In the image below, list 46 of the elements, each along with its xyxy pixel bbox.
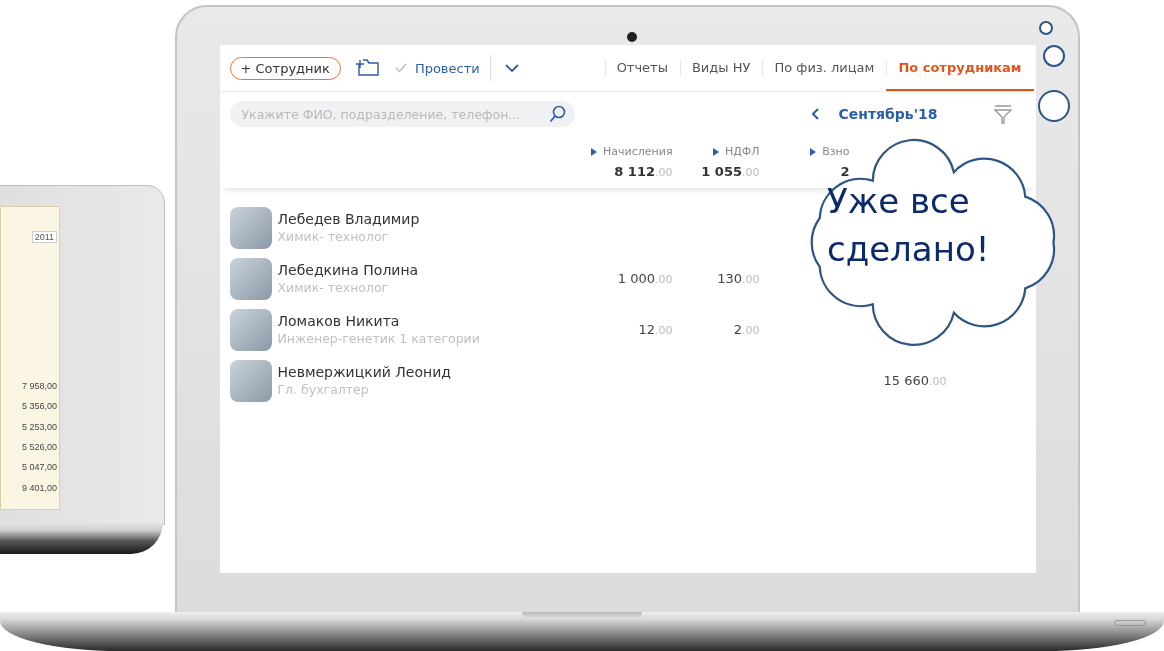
amount: 12.00 — [638, 322, 673, 337]
employee-name[interactable]: Лебедев Владимир — [277, 211, 420, 227]
column-header[interactable]: Взно — [810, 145, 850, 158]
photo-placeholder — [229, 308, 272, 351]
amount: 15 660.00 — [883, 373, 947, 388]
post-button[interactable]: Провести — [394, 55, 491, 81]
tab[interactable]: По физ. лицам — [762, 45, 887, 91]
column-total: 1 055.00 — [701, 164, 760, 179]
month-label[interactable]: Сентябрь'18 — [838, 106, 938, 122]
tab[interactable]: Отчеты — [604, 45, 680, 91]
column-header[interactable]: НДФЛ — [712, 145, 760, 158]
check-icon — [394, 63, 407, 73]
employee-name[interactable]: Невмержицкий Леонид — [277, 364, 451, 380]
employee-position: Химик- технолог — [277, 280, 390, 295]
column-header[interactable]: Начисления — [591, 145, 673, 158]
photo-placeholder — [229, 257, 272, 300]
search-field[interactable]: Укажите ФИО, подразделение, телефон... — [229, 101, 575, 127]
amount: 9 401,00 — [21, 482, 57, 495]
column-total: 2 — [840, 164, 850, 179]
amount: 5 253,00 — [21, 421, 57, 434]
employee-position: Химик- технолог — [277, 229, 390, 244]
amount: 1 000.00 — [617, 271, 673, 286]
amount: 130.00 — [717, 271, 760, 286]
amount: 5 356,00 — [21, 401, 57, 414]
tab[interactable]: По сотрудникам — [886, 45, 1034, 91]
port-icon — [1114, 620, 1146, 626]
search-icon — [548, 105, 567, 123]
tab[interactable]: Виды НУ — [679, 45, 763, 91]
amount: 5 047,00 — [21, 462, 57, 475]
triangle-icon — [591, 147, 598, 156]
employee-position: Гл. бухгалтер — [277, 382, 370, 397]
amount: 7 958,00 — [21, 381, 57, 393]
amount: 5 526,00 — [21, 442, 57, 454]
triangle-icon — [810, 147, 817, 156]
employee-name[interactable]: Ломаков Никита — [277, 313, 480, 329]
add-employee-button[interactable]: + Сотрудник — [229, 56, 341, 80]
camera-icon — [627, 32, 637, 42]
photo-placeholder — [229, 359, 272, 402]
column-total: 8 112.00 — [614, 164, 673, 179]
photo-placeholder — [229, 206, 272, 249]
cloud-text: Уже все сделано! — [827, 180, 991, 271]
date-field: 2011 — [31, 231, 57, 243]
triangle-icon — [712, 147, 719, 156]
amount: 2.00 — [733, 322, 760, 337]
employee-position: Инженер-генетик 1 категории — [277, 331, 480, 346]
employee-name[interactable]: Лебедкина Полина — [277, 262, 419, 278]
